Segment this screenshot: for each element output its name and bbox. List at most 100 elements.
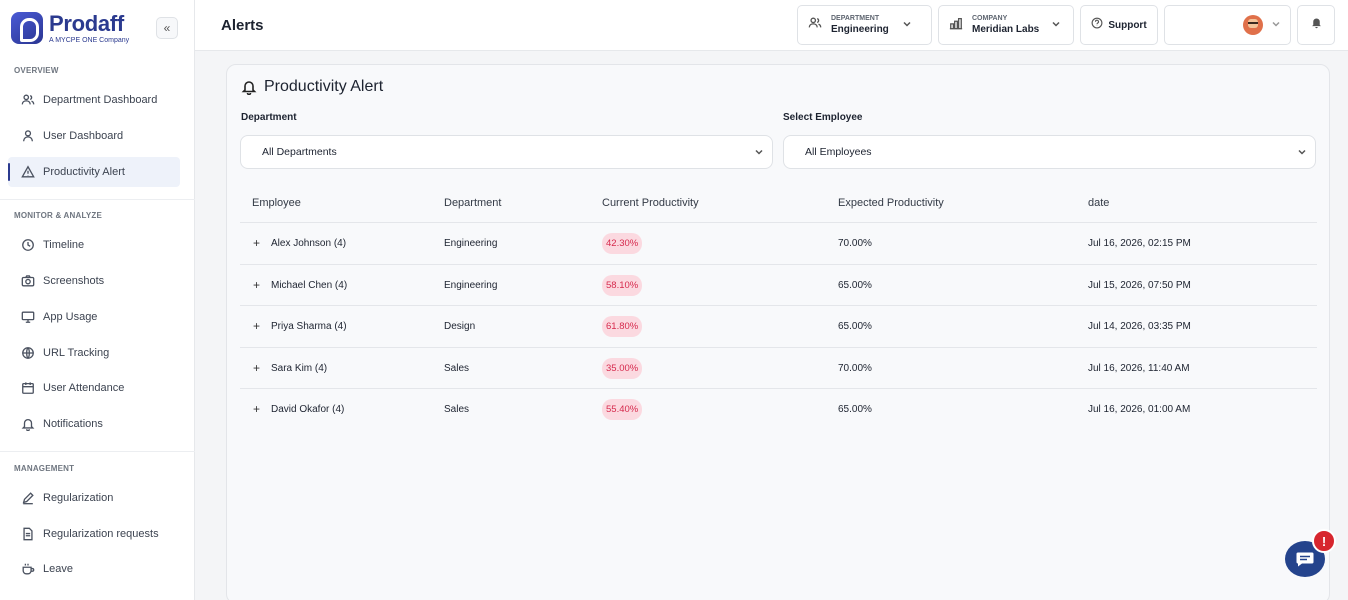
expand-row-button[interactable]: + xyxy=(253,361,260,375)
card-title: Productivity Alert xyxy=(241,78,383,96)
date-cell: Jul 15, 2026, 07:50 PM xyxy=(1088,279,1191,291)
sidebar-item-label: Screenshots xyxy=(43,275,105,287)
chat-bubble-icon xyxy=(1296,552,1314,567)
sidebar-item-regularization-requests[interactable]: Regularization requests xyxy=(8,519,180,549)
sidebar-item-label: URL Tracking xyxy=(43,347,110,359)
sidebar-item-label: Regularization requests xyxy=(43,528,159,540)
table-row[interactable]: + Alex Johnson (4) Engineering 42.30% 70… xyxy=(240,223,1317,265)
coffee-cup-icon xyxy=(21,562,35,576)
employee-cell: Priya Sharma (4) xyxy=(271,321,347,332)
sidebar-item-timeline[interactable]: Timeline xyxy=(8,230,180,260)
table-header: Employee Department Current Productivity… xyxy=(240,185,1317,223)
warning-triangle-icon xyxy=(21,165,35,179)
support-label: Support xyxy=(1108,19,1147,31)
bell-icon xyxy=(21,417,35,431)
expand-row-button[interactable]: + xyxy=(253,402,260,416)
avatar xyxy=(1243,15,1263,35)
department-filter-label: Department xyxy=(241,112,297,123)
pencil-icon xyxy=(21,491,35,505)
table-row[interactable]: + Priya Sharma (4) Design 61.80% 65.00% … xyxy=(240,306,1317,348)
column-header-expected-productivity[interactable]: Expected Productivity xyxy=(838,197,944,209)
chevron-down-icon xyxy=(1271,16,1281,34)
sidebar-item-label: User Dashboard xyxy=(43,130,124,142)
column-header-employee[interactable]: Employee xyxy=(252,197,301,209)
calendar-icon xyxy=(21,381,35,395)
expand-row-button[interactable]: + xyxy=(253,236,260,250)
sidebar-divider xyxy=(0,199,195,200)
section-label-monitor: MONITOR & ANALYZE xyxy=(14,211,102,220)
sidebar-item-label: Leave xyxy=(43,563,73,575)
sidebar-item-app-usage[interactable]: App Usage xyxy=(8,302,180,332)
sidebar-item-label: Productivity Alert xyxy=(43,166,125,178)
brand-logo[interactable]: Prodaff A MYCPE ONE Company xyxy=(11,12,129,44)
section-label-overview: OVERVIEW xyxy=(14,66,59,75)
department-cell: Design xyxy=(444,321,476,332)
department-filter-select[interactable]: All Departments xyxy=(240,135,773,169)
document-icon xyxy=(21,527,35,541)
department-cell: Sales xyxy=(444,404,470,415)
user-icon xyxy=(21,129,35,143)
productivity-alert-card: Productivity Alert Department All Depart… xyxy=(226,64,1330,600)
sidebar-item-label: App Usage xyxy=(43,311,98,323)
brand-tagline: A MYCPE ONE Company xyxy=(49,36,130,44)
column-header-current-productivity[interactable]: Current Productivity xyxy=(602,197,699,209)
collapse-sidebar-button[interactable]: « xyxy=(156,17,178,39)
sidebar-item-department-dashboard[interactable]: Department Dashboard xyxy=(8,85,180,115)
sidebar-item-leave[interactable]: Leave xyxy=(8,554,180,584)
camera-icon xyxy=(21,274,35,288)
department-selector-value: Engineering xyxy=(831,24,889,35)
sidebar-item-user-dashboard[interactable]: User Dashboard xyxy=(8,121,180,151)
sidebar: Prodaff A MYCPE ONE Company « OVERVIEW D… xyxy=(0,0,195,600)
expected-productivity-cell: 65.00% xyxy=(838,404,872,415)
monitor-icon xyxy=(21,310,35,324)
sidebar-item-user-attendance[interactable]: User Attendance xyxy=(8,373,180,403)
expand-row-button[interactable]: + xyxy=(253,278,260,292)
date-cell: Jul 16, 2026, 11:40 AM xyxy=(1088,362,1190,374)
chevron-down-icon xyxy=(754,147,764,160)
globe-icon xyxy=(21,346,35,360)
building-chart-icon xyxy=(949,16,963,35)
brand-name: Prodaff xyxy=(49,10,124,36)
current-productivity-badge: 35.00% xyxy=(602,357,643,379)
current-productivity-badge: 58.10% xyxy=(602,274,643,296)
sidebar-item-notifications[interactable]: Notifications xyxy=(8,409,180,439)
top-header: Alerts DEPARTMENT Engineering COMPANY Me… xyxy=(195,0,1348,51)
support-button[interactable]: Support xyxy=(1080,5,1158,45)
employee-cell: Sara Kim (4) xyxy=(271,362,328,374)
table-row[interactable]: + Sara Kim (4) Sales 35.00% 70.00% Jul 1… xyxy=(240,348,1317,389)
sidebar-item-label: User Attendance xyxy=(43,382,125,394)
department-selector[interactable]: DEPARTMENT Engineering xyxy=(797,5,932,45)
help-circle-icon xyxy=(1091,16,1103,34)
company-selector[interactable]: COMPANY Meridian Labs xyxy=(938,5,1074,45)
current-productivity-badge: 42.30% xyxy=(602,233,643,254)
expand-row-button[interactable]: + xyxy=(253,319,260,333)
expected-productivity-cell: 70.00% xyxy=(838,362,872,374)
sidebar-item-label: Timeline xyxy=(43,239,85,251)
sidebar-item-productivity-alert[interactable]: Productivity Alert xyxy=(8,157,180,187)
sidebar-item-url-tracking[interactable]: URL Tracking xyxy=(8,338,180,368)
sidebar-divider xyxy=(0,451,195,452)
bell-icon xyxy=(1310,16,1323,34)
user-menu[interactable] xyxy=(1164,5,1291,45)
sidebar-item-regularization[interactable]: Regularization xyxy=(8,483,180,513)
table-row[interactable]: + Michael Chen (4) Engineering 58.10% 65… xyxy=(240,265,1317,306)
expected-productivity-cell: 65.00% xyxy=(838,279,872,291)
employee-cell: David Okafor (4) xyxy=(271,404,345,415)
employee-filter-select[interactable]: All Employees xyxy=(783,135,1316,169)
department-cell: Engineering xyxy=(444,238,498,249)
chat-alert-badge: ! xyxy=(1312,529,1336,553)
clock-icon xyxy=(21,238,35,252)
column-header-department[interactable]: Department xyxy=(444,197,501,209)
employee-cell: Alex Johnson (4) xyxy=(271,238,347,249)
table-row[interactable]: + David Okafor (4) Sales 55.40% 65.00% J… xyxy=(240,389,1317,431)
sidebar-item-screenshots[interactable]: Screenshots xyxy=(8,266,180,296)
section-label-management: MANAGEMENT xyxy=(14,464,75,473)
company-selector-label: COMPANY xyxy=(972,15,1008,22)
employee-filter-value: All Employees xyxy=(805,146,872,158)
date-cell: Jul 14, 2026, 03:35 PM xyxy=(1088,321,1191,332)
column-header-date[interactable]: date xyxy=(1088,197,1109,209)
current-productivity-badge: 55.40% xyxy=(602,399,643,420)
company-selector-value: Meridian Labs xyxy=(972,24,1040,35)
notifications-button[interactable] xyxy=(1297,5,1335,45)
expected-productivity-cell: 70.00% xyxy=(838,238,872,249)
